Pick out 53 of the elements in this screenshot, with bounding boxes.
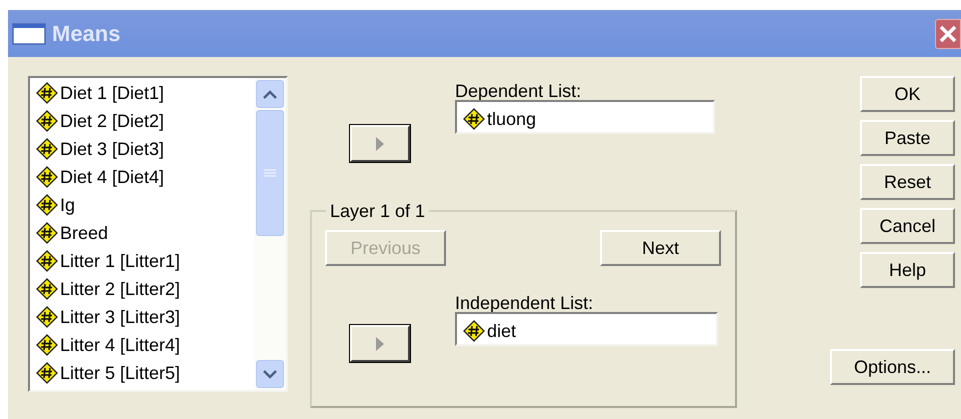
scale-variable-icon [36, 166, 58, 188]
variable-item[interactable]: Breed [60, 224, 108, 242]
dialog-button[interactable]: Paste [860, 120, 955, 156]
chevron-down-icon [263, 370, 277, 378]
chevron-up-icon [263, 90, 277, 98]
play-arrow-icon [376, 136, 384, 150]
variable-item[interactable]: Litter 1 [Litter1] [60, 252, 180, 270]
scrollbar[interactable] [254, 78, 286, 390]
scale-variable-icon [36, 222, 58, 244]
grip-icon [264, 169, 276, 177]
variable-item[interactable]: Litter 5 [Litter5] [60, 364, 180, 382]
options-button[interactable]: Options... [830, 349, 955, 385]
list-item[interactable]: tluong [487, 110, 536, 128]
variable-item[interactable]: Diet 1 [Diet1] [60, 84, 164, 102]
next-button[interactable]: Next [600, 230, 721, 266]
scale-variable-icon [463, 320, 485, 342]
dialog-button[interactable]: Cancel [860, 208, 955, 244]
scale-variable-icon [36, 334, 58, 356]
scroll-down-button[interactable] [256, 360, 284, 388]
scale-variable-icon [36, 250, 58, 272]
scale-variable-icon [463, 108, 485, 130]
independent-list[interactable]: diet [455, 312, 718, 346]
scroll-thumb[interactable] [256, 110, 284, 236]
move-button[interactable] [350, 125, 410, 162]
dependent-list[interactable]: tluong [455, 100, 715, 134]
play-arrow-icon [376, 336, 384, 350]
scale-variable-icon [36, 306, 58, 328]
dialog-button[interactable]: Reset [860, 164, 955, 200]
window-icon [12, 22, 46, 44]
variable-item[interactable]: Ig [60, 196, 76, 214]
scale-variable-icon [36, 362, 58, 384]
variable-item[interactable]: Diet 4 [Diet4] [60, 168, 164, 186]
list-item[interactable]: diet [487, 322, 516, 340]
independent-list-label: Independent List: [455, 292, 594, 312]
window-title: Means [52, 20, 120, 48]
move-button[interactable] [350, 325, 410, 362]
dialog-button[interactable]: Help [860, 252, 955, 288]
scroll-up-button[interactable] [256, 80, 284, 108]
dependent-list-label: Dependent List: [455, 80, 582, 100]
dialog-button[interactable]: OK [860, 76, 955, 112]
variable-item[interactable]: Diet 2 [Diet2] [60, 112, 164, 130]
scale-variable-icon [36, 278, 58, 300]
close-icon [939, 24, 957, 42]
variable-item[interactable]: Litter 3 [Litter3] [60, 308, 180, 326]
scale-variable-icon [36, 82, 58, 104]
variable-list[interactable]: Diet 1 [Diet1] Diet 2 [Diet2] Diet 3 [Diet3] Diet 4 [Diet4] Ig Breed Litter 1 [Litter1] Litter 2 [Litter2] Litter 3 [Litter3] Litter 4 [Litter4] Litter 5 [Litter5] [28, 76, 288, 392]
scale-variable-icon [36, 110, 58, 132]
scale-variable-icon [36, 138, 58, 160]
scale-variable-icon [36, 194, 58, 216]
close-button[interactable] [935, 18, 961, 48]
variable-item[interactable]: Diet 3 [Diet3] [60, 140, 164, 158]
variable-item[interactable]: Litter 4 [Litter4] [60, 336, 180, 354]
variable-item[interactable]: Litter 2 [Litter2] [60, 280, 180, 298]
